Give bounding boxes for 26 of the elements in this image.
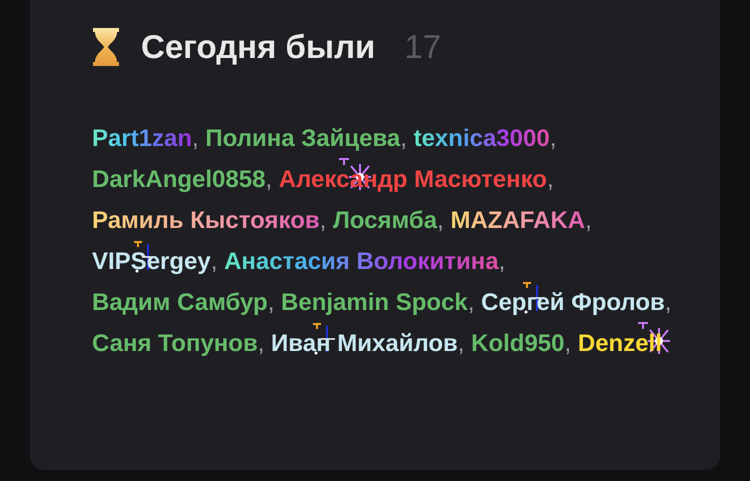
panel-title: Сегодня были [141,28,376,66]
comma: , [268,289,274,316]
user-name[interactable]: Саня Топунов [92,330,258,357]
user-name[interactable]: Benjamin Spock [281,289,468,316]
comma: , [320,207,326,234]
comma: , [400,125,407,152]
hourglass-icon [92,28,120,66]
comma: , [258,330,264,357]
comma: , [546,166,554,193]
comma: , [468,289,474,316]
user-name[interactable]: Вадим Самбур [92,289,268,316]
comma: , [210,248,218,275]
comma: , [265,166,272,193]
comma: , [458,330,464,357]
comma: , [437,207,444,234]
user-name[interactable]: DarkAngel0858 [92,166,266,193]
comma: , [498,248,506,275]
user-name[interactable]: Полина Зайцева [205,125,400,152]
user-name[interactable]: Kold950 [471,330,565,357]
comma: , [550,125,556,152]
comma: , [664,289,672,316]
comma: , [585,207,592,234]
user-name[interactable]: Лосямба [332,207,438,234]
comma: , [564,330,572,357]
comma: , [192,125,199,152]
visitor-count: 17 [404,28,442,66]
